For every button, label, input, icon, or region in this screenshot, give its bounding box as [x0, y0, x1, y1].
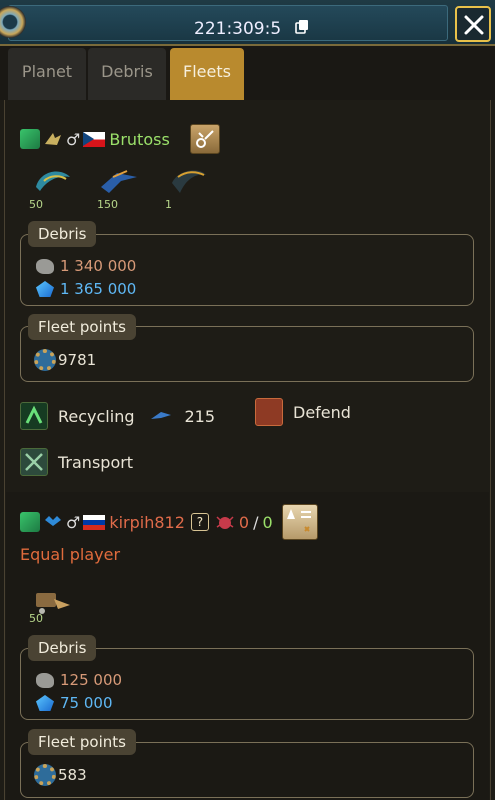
bug-icon: [216, 516, 234, 529]
tab-debris[interactable]: Debris: [88, 48, 166, 100]
coordinates-bar: 221:309:5: [8, 5, 448, 41]
recycler-icon: [150, 412, 171, 419]
close-icon: [464, 15, 484, 35]
crystal-icon: [36, 695, 54, 711]
player-name[interactable]: Brutoss: [109, 130, 169, 149]
metal-icon: [36, 672, 54, 688]
fleet-action-button[interactable]: [190, 124, 220, 154]
header: 221:309:5: [0, 0, 495, 46]
debris-crystal-value: 1 365 000: [60, 280, 137, 298]
ship-icon: [172, 170, 206, 193]
tab-bar: Planet Debris Fleets: [0, 46, 495, 100]
ship-count: 50: [29, 612, 43, 625]
player-row: ♂ kirpih812 ? 0 / 0: [20, 510, 273, 534]
espionage-action-button[interactable]: [282, 504, 318, 540]
recycling-label: Recycling: [58, 406, 135, 426]
class-icon: [45, 516, 61, 526]
fleet-points-icon: [34, 764, 56, 786]
player-row: ♂ Brutoss: [20, 127, 170, 151]
ratio-left: 0: [238, 512, 250, 532]
ship-count: 1: [165, 198, 172, 211]
defend-action[interactable]: Defend: [255, 398, 351, 426]
fleet-points-value: 9781: [58, 351, 97, 369]
debris-metal-row: 1 340 000: [36, 257, 136, 275]
recycler-count: 215: [184, 406, 216, 426]
fleet-points-icon: [34, 349, 56, 371]
debris-metal-value: 1 340 000: [60, 257, 137, 275]
ratio-separator: /: [253, 512, 259, 532]
debris-crystal-value: 75 000: [60, 694, 113, 712]
alliance-icon: [20, 129, 40, 149]
gender-icon: ♂: [66, 512, 81, 532]
flag-icon: [83, 514, 106, 530]
alliance-icon: [20, 512, 40, 532]
close-button[interactable]: [455, 6, 491, 42]
debris-metal-value: 125 000: [60, 671, 123, 689]
transport-icon: [20, 448, 48, 476]
debris-title: Debris: [28, 635, 97, 661]
gender-icon: ♂: [66, 129, 81, 149]
fleet-points-row: 583: [34, 764, 87, 786]
ship-count: 150: [97, 198, 118, 211]
recycling-icon: [20, 402, 48, 430]
debris-crystal-row: 1 365 000: [36, 280, 136, 298]
tab-planet[interactable]: Planet: [8, 48, 86, 100]
debris-crystal-row: 75 000: [36, 694, 113, 712]
fleet-info-icon: [196, 130, 214, 148]
ship-icon: [101, 170, 137, 193]
player-status: Equal player: [20, 545, 121, 564]
coordinates-label: 221:309:5: [194, 19, 282, 39]
flag-icon: [83, 131, 106, 147]
transport-label: Transport: [58, 452, 134, 472]
missile-icon: [287, 509, 311, 532]
fleet-points-title: Fleet points: [28, 314, 136, 340]
crystal-icon: [36, 281, 54, 297]
metal-icon: [36, 258, 54, 274]
ratio-right: 0: [262, 512, 273, 532]
copy-icon[interactable]: [295, 19, 309, 34]
fleet-points-title: Fleet points: [28, 729, 136, 755]
tab-fleets[interactable]: Fleets: [170, 48, 244, 100]
player-name[interactable]: kirpih812: [109, 513, 185, 532]
debris-metal-row: 125 000: [36, 671, 122, 689]
unknown-info-button[interactable]: ?: [190, 513, 209, 531]
defend-label: Defend: [293, 402, 351, 422]
debris-title: Debris: [28, 221, 97, 247]
transport-action[interactable]: Transport: [20, 448, 133, 476]
recycling-action[interactable]: Recycling 215: [20, 402, 215, 430]
shield-icon: [255, 398, 283, 426]
class-icon: [45, 133, 61, 145]
fleet-points-row: 9781: [34, 349, 96, 371]
ship-count: 50: [29, 198, 43, 211]
ship-icon: [36, 171, 70, 191]
fleet-points-value: 583: [58, 766, 87, 784]
